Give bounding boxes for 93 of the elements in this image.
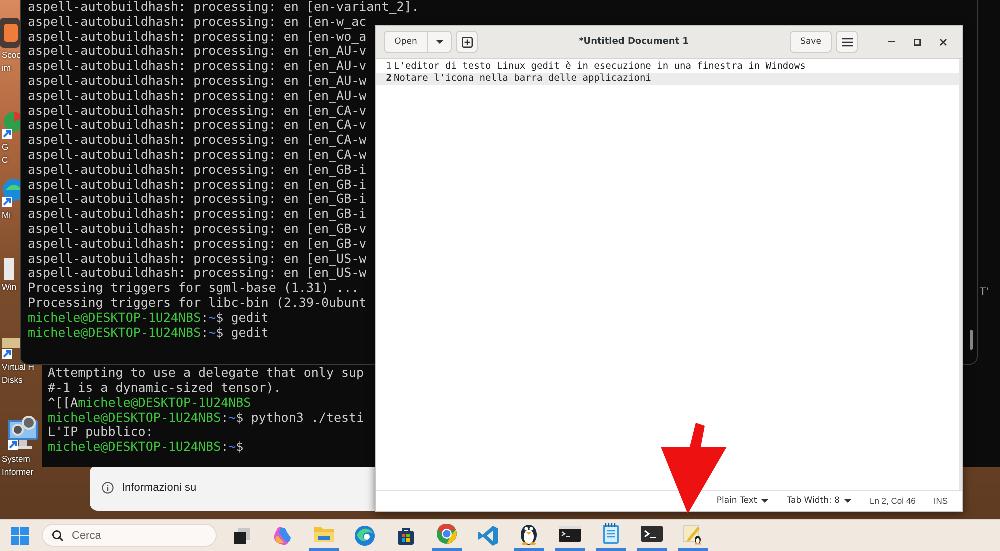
desktop-icon-label: C <box>1 155 8 166</box>
insert-mode: INS <box>934 496 948 506</box>
notepad-icon <box>602 523 620 545</box>
terminal-line: aspell-autobuildhash: processing: en [en_GB-i <box>28 178 367 192</box>
maximize-icon <box>914 38 920 46</box>
terminal-line: aspell-autobuildhash: processing: en [en_GB-i <box>28 207 367 222</box>
prompt-path: ~ <box>208 310 216 326</box>
prompt-host: michele@DESKTOP-1U24NBS <box>48 440 222 455</box>
line-text: L'editor di testo Linux gedit è in esecuzione in una finestra in Windows <box>394 61 806 73</box>
terminal-line: aspell-autobuildhash: processing: en [en_US-w <box>28 266 367 282</box>
terminal-line: aspell-autobuildhash: processing: en [en_CA-v <box>28 118 367 134</box>
info-icon <box>102 482 114 494</box>
sparkle-icon <box>272 524 294 546</box>
terminal-line: #-1 is a dynamic-sized tensor). <box>48 381 282 396</box>
terminal-line: aspell-autobuildhash: processing: en [en-variant_2]. <box>28 0 420 15</box>
prompt-host: michele@DESKTOP-1U24NBS <box>28 310 202 326</box>
prompt-command: $ gedit <box>216 310 269 326</box>
prompt-host: michele@DESKTOP-1U24NBS <box>28 326 202 340</box>
terminal-text: ^[[A <box>48 396 78 411</box>
menu-icon <box>842 38 852 46</box>
plus-icon <box>462 36 472 48</box>
terminal-line: aspell-autobuildhash: processing: en [en-wo_a <box>28 30 367 44</box>
prompt-path: ~ <box>228 440 236 455</box>
open-dropdown-button[interactable] <box>428 31 452 53</box>
line-text: Notare l'icona nella barra delle applicazioni <box>394 73 652 85</box>
terminal-line: aspell-autobuildhash: processing: en [en_AU-w <box>28 88 367 104</box>
terminal-line: aspell-autobuildhash: processing: en [en_GB-v <box>28 222 367 237</box>
close-icon <box>940 38 946 46</box>
terminal-line: Attempting to use a delegate that only sup <box>48 366 364 382</box>
desktop-icon-label: G <box>1 142 9 153</box>
terminal-line: aspell-autobuildhash: processing: en [en_AU-w <box>28 74 367 89</box>
pencil-notepad-icon <box>682 523 704 545</box>
language-selector[interactable]: Plain Text <box>716 490 770 512</box>
terminal-icon <box>641 525 663 543</box>
prompt-command: $ gedit <box>216 326 269 340</box>
desktop-icon-label: Virtual H <box>1 362 34 373</box>
terminal-line: L'IP pubblico: <box>48 425 154 440</box>
terminal-line: aspell-autobuildhash: processing: en [en_CA-w <box>28 133 367 148</box>
prompt-host: michele@DESKTOP-1U24NBS <box>78 396 252 411</box>
console-icon <box>559 525 581 543</box>
prompt-separator: : <box>201 326 209 340</box>
prompt-host: michele@DESKTOP-1U24NBS <box>48 410 222 426</box>
penguin-icon <box>519 522 539 546</box>
terminal-line: Processing triggers for sgml-base (1.31) ... <box>28 281 360 296</box>
scrollbar[interactable] <box>970 330 973 350</box>
terminal-text: T' <box>980 286 989 300</box>
cursor-position: Ln 2, Col 46 <box>870 496 916 506</box>
terminal-line: aspell-autobuildhash: processing: en [en_CA-v <box>28 104 367 118</box>
terminal-line: aspell-autobuildhash: processing: en [en_AU-v <box>28 59 367 74</box>
desktop-icon-label: Scoo <box>1 50 22 61</box>
minimize-icon <box>888 41 894 43</box>
info-label[interactable]: Informazioni su <box>122 482 197 494</box>
search-icon <box>52 530 64 542</box>
folder-icon <box>313 524 335 544</box>
terminal-line: aspell-autobuildhash: processing: en [en_CA-w <box>28 148 367 163</box>
save-button[interactable]: Save <box>790 31 832 53</box>
prompt-path: ~ <box>228 410 236 426</box>
new-tab-button[interactable] <box>456 31 478 53</box>
disk-shortcut-icon[interactable] <box>0 338 20 360</box>
window-title: *Untitled Document 1 <box>578 37 690 47</box>
line-number: 2 <box>385 73 393 85</box>
line-number: 1 <box>385 61 393 73</box>
desktop-icon-label: Informer <box>1 467 34 478</box>
terminal-line: aspell-autobuildhash: processing: en [en-w_ac <box>28 14 367 30</box>
prompt-command: $ python3 ./testi <box>236 410 364 426</box>
prompt-path: ~ <box>208 326 216 340</box>
open-button[interactable]: Open <box>384 31 428 53</box>
desktop-icon-label: Win <box>1 282 17 293</box>
terminal-line: aspell-autobuildhash: processing: en [en_AU-v <box>28 44 367 60</box>
tab-width-selector[interactable]: Tab Width: 8 <box>787 490 852 512</box>
desktop-icon-label: Mi <box>1 210 11 221</box>
terminal-line: aspell-autobuildhash: processing: en [en_GB-i <box>28 192 367 208</box>
search-field[interactable]: Cerca <box>72 530 192 542</box>
desktop-icon-label: im <box>1 63 11 74</box>
terminal-line: aspell-autobuildhash: processing: en [en_US-w <box>28 252 367 266</box>
menu-button[interactable] <box>836 31 858 53</box>
prompt-separator: : <box>221 440 229 455</box>
shopping-bag-icon <box>396 526 416 546</box>
code-editor-icon <box>477 524 499 546</box>
desktop-icon-label: System <box>1 454 30 465</box>
round-browser-icon <box>436 523 458 545</box>
prompt-separator: : <box>221 410 229 426</box>
swirl-browser-icon <box>354 524 376 546</box>
terminal-line: aspell-autobuildhash: processing: en [en_GB-v <box>28 236 367 252</box>
terminal-line: Processing triggers for libc-bin (2.39-0ubunt <box>28 296 367 311</box>
prompt-separator: : <box>201 310 209 326</box>
task-view-icon <box>232 526 252 546</box>
terminal-line: aspell-autobuildhash: processing: en [en_GB-i <box>28 162 367 178</box>
search-field[interactable]: Cerca <box>42 524 217 547</box>
start-icon[interactable] <box>10 526 30 546</box>
prompt-command: $ <box>236 440 244 455</box>
desktop-icon-label: Disks <box>1 375 23 386</box>
app-tile-icon[interactable] <box>0 18 20 48</box>
